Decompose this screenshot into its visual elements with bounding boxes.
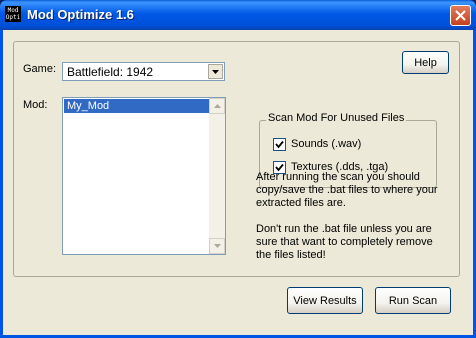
mod-listbox[interactable]: My_Mod	[62, 97, 226, 255]
checkmark-icon	[275, 140, 284, 149]
sounds-checkbox[interactable]	[273, 138, 286, 151]
mod-label: Mod:	[23, 99, 48, 111]
scan-options-legend: Scan Mod For Unused Files	[266, 112, 407, 124]
vertical-scrollbar[interactable]	[209, 98, 225, 254]
info-text-copy: After running the scan you should copy/s…	[256, 171, 438, 209]
scroll-up-button[interactable]	[209, 98, 225, 114]
chevron-down-icon	[212, 70, 219, 74]
dialog-client-area: Game: Battlefield: 1942 Help Mod: My_Mod	[3, 30, 473, 335]
help-button[interactable]: Help	[402, 51, 449, 74]
dropdown-arrow-button[interactable]	[208, 64, 223, 79]
title-bar[interactable]: Mod Opti Mod Optimize 1.6	[0, 0, 476, 30]
scroll-down-button[interactable]	[209, 238, 225, 254]
chevron-up-icon	[214, 104, 221, 108]
close-icon	[455, 10, 466, 21]
close-button[interactable]	[450, 5, 471, 26]
view-results-button[interactable]: View Results	[287, 287, 363, 314]
info-text-warning: Don't run the .bat file unless you are s…	[256, 223, 433, 261]
game-label: Game:	[23, 63, 57, 75]
app-icon: Mod Opti	[5, 6, 21, 22]
run-scan-button[interactable]: Run Scan	[375, 287, 451, 314]
game-selected-value: Battlefield: 1942	[67, 65, 154, 79]
list-item-selected[interactable]: My_Mod	[64, 99, 209, 113]
sounds-checkbox-label[interactable]: Sounds (.wav)	[291, 138, 361, 150]
chevron-down-icon	[214, 244, 221, 248]
window-title: Mod Optimize 1.6	[27, 7, 134, 22]
game-dropdown[interactable]: Battlefield: 1942	[62, 62, 225, 81]
app-window: Mod Opti Mod Optimize 1.6 Game: Battlefi…	[0, 0, 476, 338]
